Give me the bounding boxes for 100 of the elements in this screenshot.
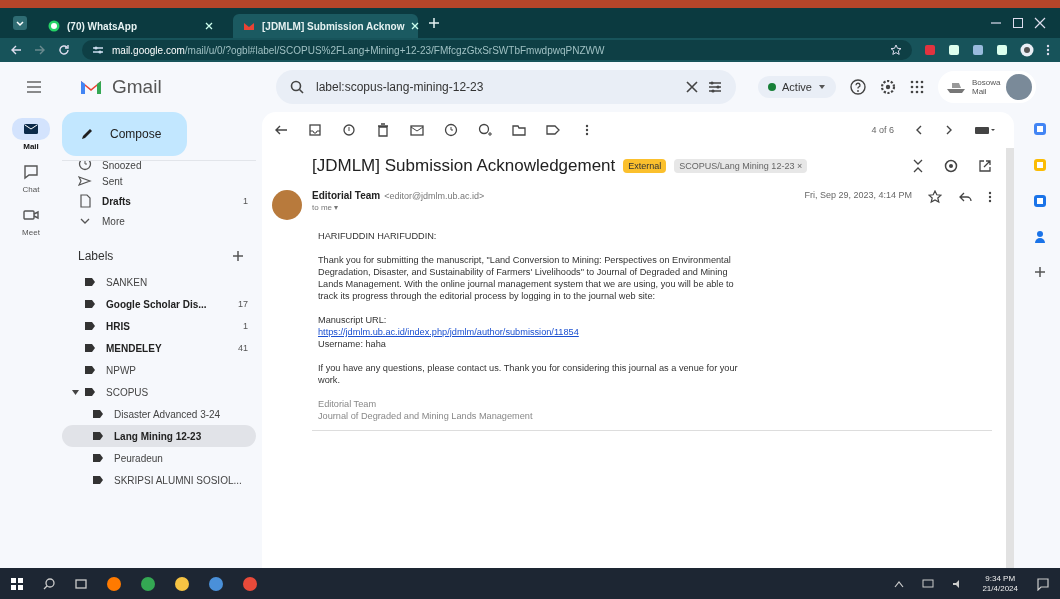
archive-icon[interactable] [308,123,322,137]
search-icon[interactable] [42,576,56,591]
open-in-new-icon[interactable] [978,159,992,173]
label-item[interactable]: SKRIPSI ALUMNI SOSIOL... [62,469,256,491]
filter-icon[interactable] [708,81,722,93]
calendar-icon[interactable] [1033,122,1047,136]
app-icon[interactable] [242,575,258,592]
page-counter: 4 of 6 [871,125,894,135]
caret-icon[interactable] [72,388,79,396]
label-tag-icon [84,321,96,331]
label-tag-icon [84,343,96,353]
back-icon[interactable] [10,44,22,56]
back-icon[interactable] [274,123,288,137]
ship-logo-icon [945,80,966,94]
label-tag-icon [84,299,96,309]
browser-tab[interactable]: (70) WhatsApp [38,14,223,38]
sidebar-item[interactable]: More [62,211,256,231]
email-text: Manuscript URL: [318,314,388,326]
label-item[interactable]: Disaster Advanced 3-24 [62,403,256,425]
plus-icon[interactable] [1034,266,1046,278]
task-add-icon[interactable] [478,123,492,137]
mail-icon[interactable] [410,123,424,137]
label-item[interactable]: HRIS 1 [62,315,256,337]
label-item[interactable]: SANKEN [62,271,256,293]
unread-count: 41 [238,343,248,353]
trash-icon[interactable] [376,123,390,137]
document-icon [78,194,92,208]
search-field[interactable]: label:scopus-lang-mining-12-23 [314,79,676,95]
email-text: If you have any questions, please contact us. Thank you for considering this journal as a venue for your work. [318,362,739,386]
contacts-icon[interactable] [1033,230,1047,244]
recipient-toggle[interactable]: to me ▾ [312,203,485,212]
label-item[interactable]: SCOPUS [62,381,256,403]
manuscript-link[interactable]: https://jdmlm.ub.ac.id/index.php/jdmlm/author/submission/11854 [318,326,748,338]
settings-icon[interactable] [879,79,896,95]
apps-grid-icon[interactable] [909,80,924,94]
reply-icon[interactable] [958,190,972,204]
browser-tab[interactable]: [JDMLM] Submission Acknow [233,14,418,38]
help-icon[interactable] [849,79,866,95]
task-view-icon[interactable] [74,576,88,591]
clock[interactable]: 9:34 PM 21/4/2024 [982,573,1018,594]
extension-icon[interactable] [948,44,960,56]
product-name: Gmail [112,76,162,98]
more-vertical-icon[interactable] [988,190,992,204]
windows-logo-icon[interactable] [10,576,24,591]
menu-icon[interactable] [1046,44,1050,56]
label-item[interactable]: Peuradeun [62,447,256,469]
sender-name: Editorial Team [312,190,381,201]
external-badge: External [623,159,667,173]
rail-button[interactable]: Mail [12,118,50,151]
email-text: Thank you for submitting the manuscript, "Land Conversion to Mining: Perspectives on Environmental Degradation, Disaster, and Sustainability of Farmers' Livelihoods" to Journal of Degraded and Mining Lands Management. With the online journal management system that we are using, you will be able to track its progress through the editorial process by logging in to the journal web site: [318,254,735,302]
notification-icon[interactable] [1036,576,1050,591]
compose-button[interactable]: Compose [62,112,188,156]
search-icon[interactable] [290,80,304,94]
profile-icon[interactable] [1020,43,1034,57]
report-icon[interactable] [342,123,356,137]
pencil-icon [80,127,94,141]
avatar [272,190,302,220]
label-icon[interactable] [546,123,560,137]
tasks-icon[interactable] [1033,194,1047,208]
clock-icon[interactable] [444,123,458,137]
unread-count: 17 [238,299,248,309]
tab-search-icon[interactable] [12,15,28,31]
unread-count: 1 [243,196,248,206]
plus-icon[interactable] [232,250,244,262]
email-subject: [JDMLM] Submission Acknowledgement [312,156,616,176]
section-heading: Labels [78,249,114,263]
label-chip[interactable]: SCOPUS/Lang Mining 12-23 × [674,159,808,173]
account-name: Mail [971,87,988,96]
label-item[interactable]: NPWP [62,359,256,381]
chevron-up-icon[interactable] [894,579,905,588]
collapse-icon[interactable] [912,159,924,173]
label-item[interactable]: Lang Mining 12-23 [62,425,256,447]
rail-button[interactable]: Chat [12,161,50,194]
sidebar-item[interactable]: Drafts 1 [62,191,256,211]
search-bar[interactable]: label:scopus-lang-mining-12-23 [276,70,736,104]
address-field[interactable]: mail.google.com/mail/u/0/?ogbl#label/SCOPUS%2FLang+Mining+12-23/FMfcgzGtxSrSWTbFmwdpwqPNZWW [82,40,912,60]
reload-icon[interactable] [58,44,70,56]
status-button[interactable]: Active [758,76,836,98]
keyboard-icon[interactable] [974,125,996,135]
chevron-left-icon[interactable] [914,124,924,136]
extension-icon[interactable] [996,44,1008,56]
star-icon[interactable] [928,190,942,204]
maximize-icon[interactable] [1012,17,1024,29]
app-icon[interactable] [208,575,224,592]
rail-button[interactable]: Meet [12,204,50,237]
unread-count: 1 [243,321,248,331]
label-tag-icon [92,475,104,485]
close-icon[interactable] [686,81,698,93]
avatar[interactable] [1006,74,1033,100]
chevron-right-icon[interactable] [944,124,954,136]
menu-icon[interactable] [26,81,42,93]
label-tag-icon [84,365,96,375]
label-item[interactable]: Google Scholar Dis... 17 [62,293,256,315]
sidebar-item[interactable]: Sent [62,171,256,191]
network-icon[interactable] [922,578,935,589]
account-chip[interactable]: Bosowa Mail [937,71,1037,103]
label-item[interactable]: MENDELEY 41 [62,337,256,359]
extension-icon[interactable] [972,44,984,56]
email-text: Username: haha [318,338,387,350]
sidebar-item[interactable]: Snoozed [62,161,256,171]
